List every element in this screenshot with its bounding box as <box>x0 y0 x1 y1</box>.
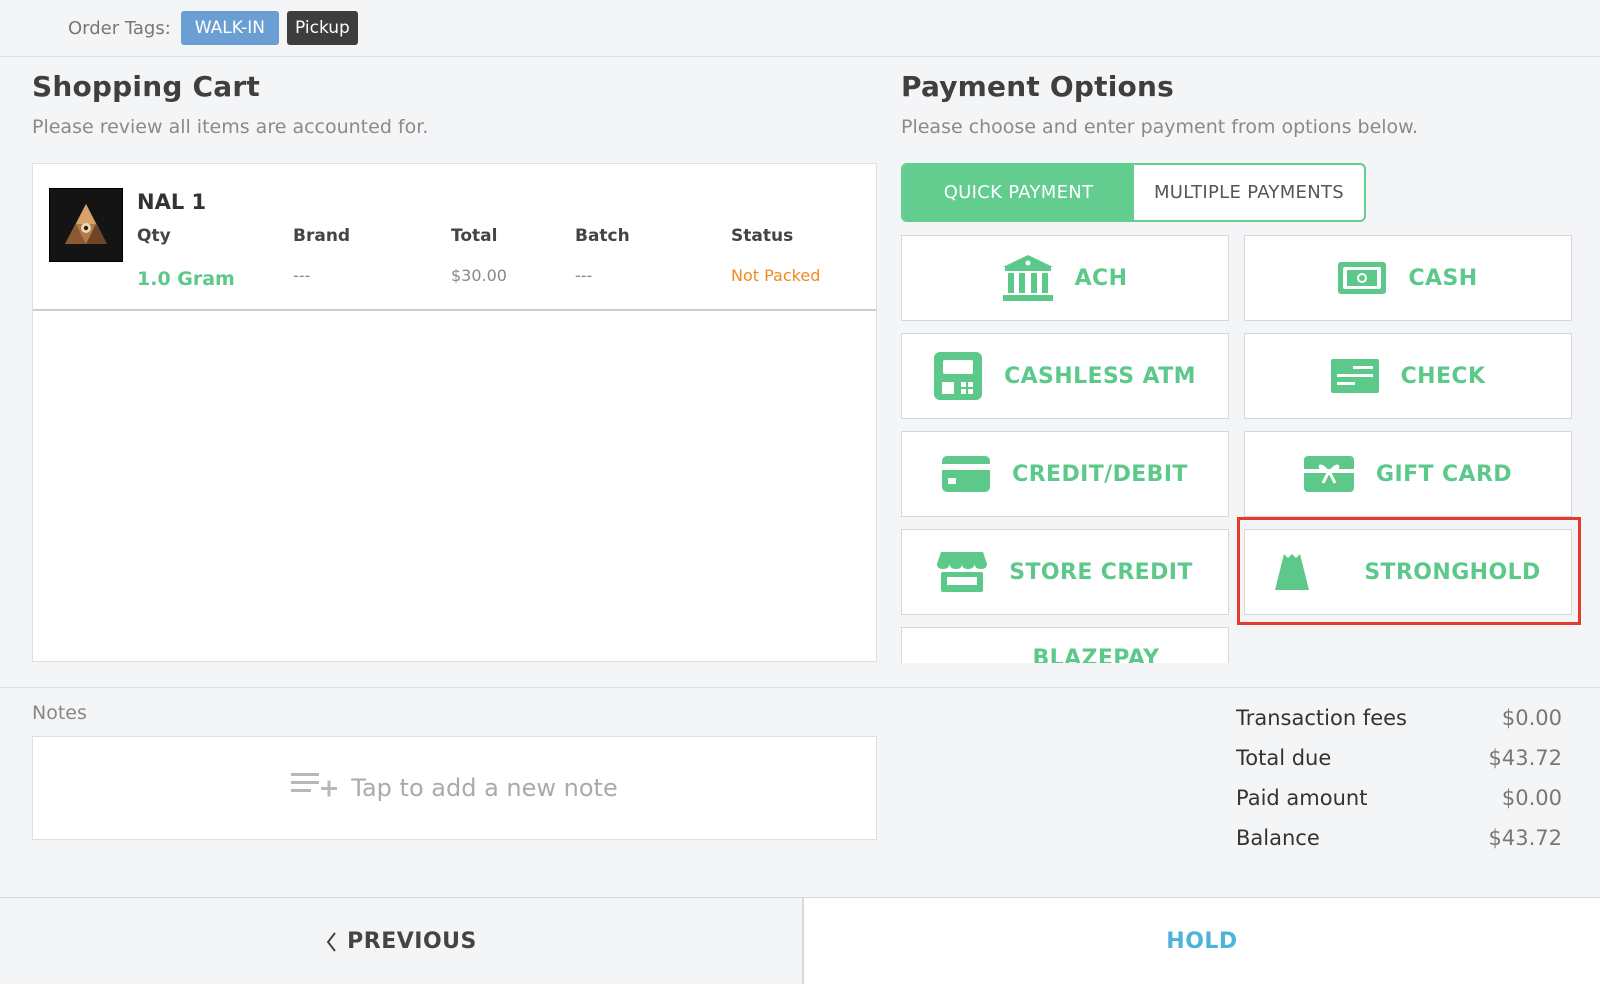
order-tags-label: Order Tags: <box>68 17 171 39</box>
payment-mode-toggle: QUICK PAYMENT MULTIPLE PAYMENTS <box>901 163 1366 222</box>
column-header-status: Status <box>731 226 794 246</box>
blazepay-icon <box>971 658 1011 663</box>
payment-option-store-credit[interactable]: STORE CREDIT <box>901 529 1229 615</box>
column-header-batch: Batch <box>575 226 630 246</box>
add-note-icon <box>291 773 338 797</box>
totals-label: Paid amount <box>1236 786 1368 810</box>
shopping-cart-title: Shopping Cart <box>32 70 260 103</box>
item-total: $30.00 <box>451 266 507 285</box>
tag-walk-in[interactable]: WALK-IN <box>180 11 280 45</box>
totals-label: Transaction fees <box>1236 706 1407 730</box>
previous-button[interactable]: PREVIOUS <box>0 898 802 984</box>
footer-actions: PREVIOUS HOLD <box>0 897 1600 984</box>
payment-option-credit-debit[interactable]: CREDIT/DEBIT <box>901 431 1229 517</box>
payment-option-label: STORE CREDIT <box>1009 559 1193 585</box>
payment-option-ach[interactable]: ACH <box>901 235 1229 321</box>
store-icon <box>937 552 988 592</box>
totals-value: $43.72 <box>1488 826 1562 850</box>
payment-option-label: GIFT CARD <box>1376 461 1512 487</box>
cash-icon <box>1338 262 1387 294</box>
totals-row-total-due: Total due $43.72 <box>1236 746 1562 786</box>
cart-list: NAL 1 Qty Brand Total Batch Status 1.0 G… <box>32 163 877 662</box>
add-note-placeholder: Tap to add a new note <box>351 774 618 802</box>
item-batch: --- <box>575 266 593 285</box>
item-name: NAL 1 <box>137 190 207 214</box>
payment-option-label: CASH <box>1408 265 1478 291</box>
totals-row-paid-amount: Paid amount $0.00 <box>1236 786 1562 826</box>
payment-option-label: CHECK <box>1400 363 1486 389</box>
payment-option-check[interactable]: CHECK <box>1244 333 1572 419</box>
totals-value: $0.00 <box>1501 786 1562 810</box>
totals-label: Balance <box>1236 826 1320 850</box>
check-icon <box>1330 359 1379 393</box>
product-thumbnail <box>49 188 123 262</box>
payment-option-gift-card[interactable]: GIFT CARD <box>1244 431 1572 517</box>
totals-value: $43.72 <box>1488 746 1562 770</box>
item-brand: --- <box>293 266 311 285</box>
totals-value: $0.00 <box>1501 706 1562 730</box>
column-header-brand: Brand <box>293 226 351 246</box>
chevron-left-icon <box>326 931 336 952</box>
payment-options-title: Payment Options <box>901 70 1174 103</box>
payment-option-cash[interactable]: CASH <box>1244 235 1572 321</box>
multiple-payments-tab[interactable]: MULTIPLE PAYMENTS <box>1134 165 1364 220</box>
totals-row-balance: Balance $43.72 <box>1236 826 1562 866</box>
column-header-total: Total <box>451 226 498 246</box>
hold-button[interactable]: HOLD <box>802 898 1600 984</box>
order-tags-bar: Order Tags: WALK-IN Pickup <box>0 0 1600 57</box>
bank-icon <box>1002 255 1053 301</box>
stronghold-highlight-frame <box>1237 517 1581 625</box>
notes-label: Notes <box>32 702 87 724</box>
payment-option-label: CREDIT/DEBIT <box>1012 461 1188 487</box>
payment-option-label: CASHLESS ATM <box>1004 363 1196 389</box>
totals-row-transaction-fees: Transaction fees $0.00 <box>1236 706 1562 746</box>
credit-card-icon <box>942 456 991 492</box>
item-qty[interactable]: 1.0 Gram <box>137 268 235 290</box>
previous-button-label: PREVIOUS <box>347 929 477 954</box>
hold-button-label: HOLD <box>1166 929 1238 954</box>
atm-icon <box>934 352 983 400</box>
gift-card-icon <box>1304 456 1355 492</box>
totals-summary: Transaction fees $0.00 Total due $43.72 … <box>1236 706 1562 866</box>
quick-payment-tab[interactable]: QUICK PAYMENT <box>903 165 1134 220</box>
payment-option-label: BLAZEPAY <box>1032 646 1160 663</box>
tag-pickup[interactable]: Pickup <box>287 11 358 45</box>
item-status: Not Packed <box>731 266 821 285</box>
add-note-button[interactable]: Tap to add a new note <box>32 736 877 840</box>
payment-option-blazepay[interactable]: BLAZEPAY <box>901 627 1229 663</box>
totals-label: Total due <box>1236 746 1332 770</box>
cart-item[interactable]: NAL 1 Qty Brand Total Batch Status 1.0 G… <box>33 164 876 311</box>
shopping-cart-subtitle: Please review all items are accounted fo… <box>32 116 429 138</box>
column-header-qty: Qty <box>137 226 171 246</box>
payment-option-label: ACH <box>1074 265 1128 291</box>
section-divider <box>0 687 1600 688</box>
payment-options-subtitle: Please choose and enter payment from opt… <box>901 116 1419 138</box>
payment-option-cashless-atm[interactable]: CASHLESS ATM <box>901 333 1229 419</box>
